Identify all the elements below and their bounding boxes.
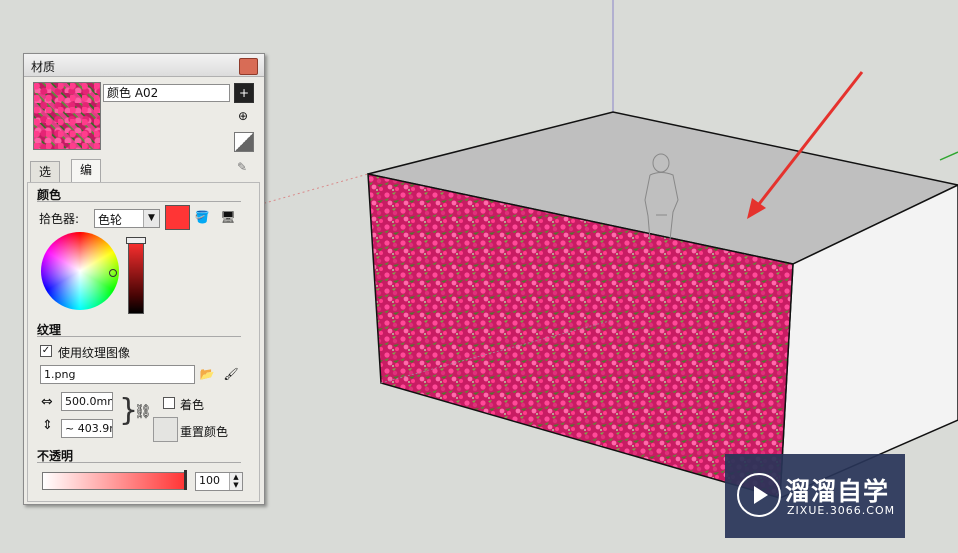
create-material-button[interactable]: +	[234, 83, 254, 103]
divider	[37, 201, 241, 202]
material-name-field[interactable]: 颜色 A02	[103, 84, 230, 102]
width-arrow-icon: ⇔	[41, 394, 53, 410]
texture-file-field[interactable]: 1.png	[40, 365, 195, 384]
opacity-slider-handle[interactable]	[184, 470, 187, 490]
watermark-logo: 溜溜自学 ZIXUE.3066.COM	[725, 454, 905, 538]
tab-edit[interactable]: 编辑	[71, 159, 102, 197]
divider	[37, 462, 241, 463]
colorize-checkbox[interactable]	[163, 397, 175, 409]
close-button[interactable]	[239, 58, 258, 75]
color-wheel[interactable]	[41, 232, 119, 310]
brightness-slider[interactable]	[128, 240, 144, 314]
plus-icon: +	[238, 86, 250, 100]
check-icon: ✓	[41, 345, 51, 356]
reset-color-label: 重置颜色	[180, 425, 229, 439]
axis-green-solid	[939, 151, 958, 161]
match-model-color-icon[interactable]: 🪣	[193, 208, 211, 226]
divider	[37, 336, 241, 337]
panel-titlebar[interactable]: 材质	[24, 54, 264, 77]
brightness-slider-handle[interactable]	[126, 237, 146, 244]
add-material-icon: ⊕	[237, 109, 249, 123]
panel-title: 材质	[31, 60, 56, 74]
watermark-site: ZIXUE.3066.COM	[787, 504, 896, 517]
chevron-down-icon: ▼	[143, 210, 159, 227]
colorize-label: 着色	[180, 398, 205, 412]
texture-height-field[interactable]: ~ 403.9m	[61, 419, 113, 438]
texture-width-field[interactable]: 500.0mm	[61, 392, 113, 411]
spin-arrows-icon[interactable]: ▲ ▼	[229, 473, 242, 490]
height-arrow-icon: ⇕	[42, 418, 53, 433]
color-picker-label: 拾色器:	[39, 212, 80, 226]
eyedropper-icon[interactable]: ✎	[233, 158, 251, 176]
match-screen-color-icon[interactable]: 🖥	[219, 208, 237, 226]
use-texture-label: 使用纹理图像	[58, 346, 131, 360]
reset-color-swatch[interactable]	[153, 417, 178, 442]
color-picker-select[interactable]: 色轮 ▼	[94, 209, 160, 228]
browse-texture-icon[interactable]: 📂	[198, 365, 216, 383]
current-color-box[interactable]	[165, 205, 190, 230]
edit-texture-icon[interactable]: 🖌	[222, 365, 240, 383]
chain-link-icon[interactable]: ⛓	[134, 404, 152, 420]
color-wheel-cursor[interactable]	[109, 269, 117, 277]
tab-select[interactable]: 选择	[30, 161, 61, 199]
use-texture-checkbox[interactable]: ✓	[40, 345, 52, 357]
sample-paint-button[interactable]: ⊕	[234, 107, 252, 125]
material-preview-swatch[interactable]	[33, 82, 101, 150]
color-picker-value: 色轮	[98, 213, 123, 227]
opacity-spinbox[interactable]: 100 ▲ ▼	[195, 472, 243, 491]
play-logo-icon	[737, 473, 781, 517]
materials-panel: 材质 颜色 A02 + ⊕ 选择 编辑 ✎ 颜色 拾色器: 色轮 ▼ 🪣 🖥 纹…	[23, 53, 265, 505]
opacity-value: 100	[199, 474, 220, 487]
watermark-brand: 溜溜自学	[785, 477, 890, 506]
opacity-slider[interactable]	[42, 472, 186, 490]
toggle-secondary-browser-button[interactable]	[234, 132, 254, 152]
